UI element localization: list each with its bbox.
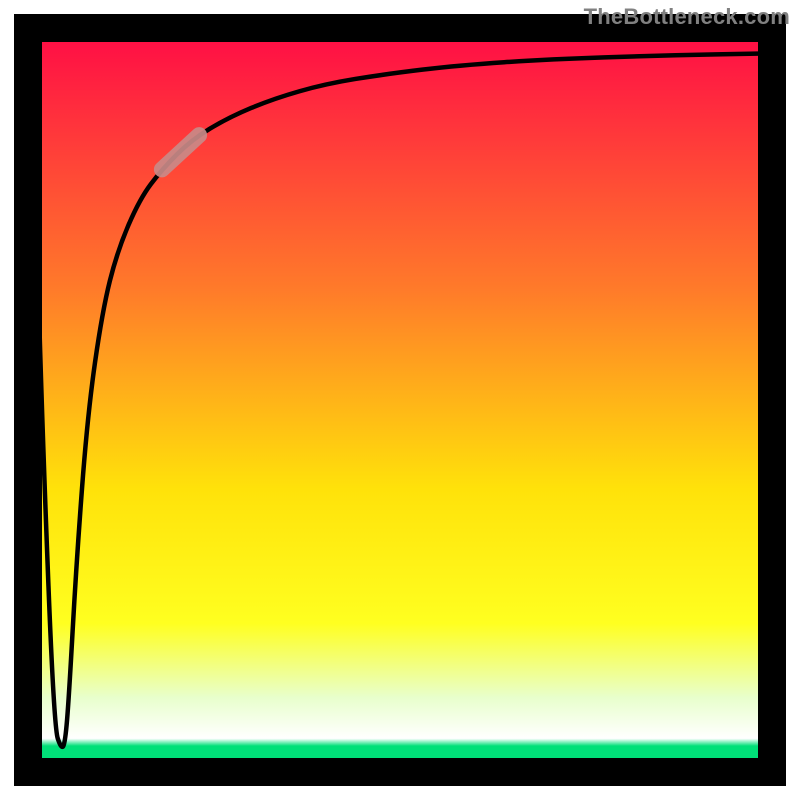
bottleneck-chart [0,0,800,800]
chart-stage: TheBottleneck.com [0,0,800,800]
plot-background [28,28,772,772]
watermark-text: TheBottleneck.com [584,4,790,30]
